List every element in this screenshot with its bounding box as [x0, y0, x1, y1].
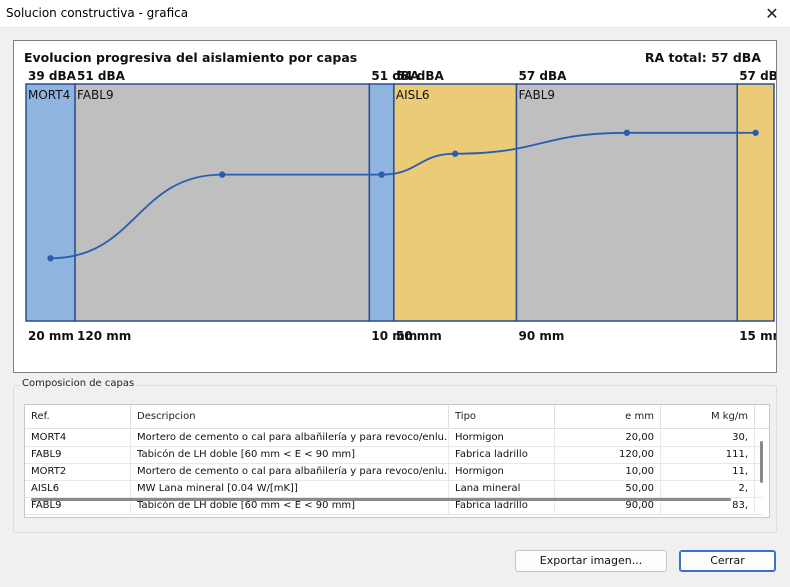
- layer-band: [515, 83, 738, 322]
- layer-thickness-label: 120 mm: [77, 329, 131, 343]
- table-row[interactable]: MORT4 Mortero de cemento o cal para albañ…: [25, 430, 763, 447]
- cell-tipo: Lana mineral: [449, 481, 555, 497]
- cell-m-kg: 111,: [661, 447, 755, 463]
- close-button[interactable]: Cerrar: [679, 550, 776, 572]
- layer-band: [25, 83, 76, 322]
- ra-data-point: [623, 129, 631, 136]
- cell-tipo: Fabrica ladrillo: [449, 447, 555, 463]
- cell-ref: MORT4: [25, 430, 131, 446]
- layer-ra-label: 51 dBA: [77, 69, 126, 83]
- composition-legend: Composicion de capas: [20, 378, 137, 389]
- ra-total-label: RA total: 57 dBA: [644, 50, 761, 65]
- cell-m-kg: 11,: [661, 464, 755, 480]
- ra-data-point: [451, 150, 459, 157]
- cell-e-mm: 20,00: [555, 430, 661, 446]
- ra-data-point: [47, 255, 54, 262]
- layer-band: [393, 83, 518, 322]
- table-body: MORT4 Mortero de cemento o cal para albañ…: [25, 430, 763, 515]
- vertical-scrollbar[interactable]: [760, 441, 763, 483]
- layer-thickness-label: 20 mm: [28, 329, 74, 343]
- window-title: Solucion constructiva - grafica: [6, 6, 189, 20]
- col-e-mm[interactable]: e mm: [555, 405, 661, 429]
- title-bar: Solucion constructiva - grafica ✕: [0, 0, 790, 28]
- ra-data-point: [752, 129, 759, 136]
- layer-label: MORT4: [28, 88, 70, 102]
- cell-ref: FABL9: [25, 447, 131, 463]
- cell-descripcion: MW Lana mineral [0.04 W/[mK]]: [131, 481, 449, 497]
- cell-descripcion: Mortero de cemento o cal para albañilerí…: [131, 464, 449, 480]
- layer-label: AISL6: [396, 88, 430, 102]
- cell-e-mm: 50,00: [555, 481, 661, 497]
- cell-e-mm: 10,00: [555, 464, 661, 480]
- layer-thickness-label: 90 mm: [518, 329, 564, 343]
- cell-ref: AISL6: [25, 481, 131, 497]
- cell-ref: MORT2: [25, 464, 131, 480]
- layer-ra-label: 54 dBA: [396, 69, 445, 83]
- chart-panel: MORT4 39 dBA 20 mm FABL9 51 dBA 120 mm 51 dBA 1…: [13, 40, 777, 373]
- layer-thickness-label: 15 mm: [739, 329, 776, 343]
- cell-tipo: Hormigon: [449, 430, 555, 446]
- layer-ra-label: 57 dBA: [739, 69, 776, 83]
- layer-thickness-label: 50 mm: [396, 329, 442, 343]
- col-descripcion[interactable]: Descripcion: [131, 405, 449, 429]
- ra-data-point: [378, 171, 385, 178]
- layer-band: [74, 83, 371, 322]
- cell-tipo: Hormigon: [449, 464, 555, 480]
- cell-m-kg: 2,: [661, 481, 755, 497]
- col-tipo[interactable]: Tipo: [449, 405, 555, 429]
- col-ref[interactable]: Ref.: [25, 405, 131, 429]
- layer-label: FABL9: [77, 88, 114, 102]
- chart-title: Evolucion progresiva del aislamiento por…: [24, 50, 358, 65]
- layer-band: [368, 83, 395, 322]
- composition-group: Composicion de capas Ref. Descripcion Ti…: [13, 378, 777, 533]
- insulation-chart: MORT439 dBA20 mmFABL951 dBA120 mm51 dBA1…: [25, 69, 776, 343]
- ra-data-point: [218, 171, 226, 178]
- col-m-kg[interactable]: M kg/m: [661, 405, 755, 429]
- cell-descripcion: Mortero de cemento o cal para albañilerí…: [131, 430, 449, 446]
- layers-table[interactable]: Ref. Descripcion Tipo e mm M kg/m MORT4 M…: [24, 404, 770, 518]
- table-row[interactable]: FABL9 Tabicón de LH doble [60 mm < E < 90…: [25, 447, 763, 464]
- cell-m-kg: 30,: [661, 430, 755, 446]
- cell-descripcion: Tabicón de LH doble [60 mm < E < 90 mm]: [131, 447, 449, 463]
- close-icon[interactable]: ✕: [760, 3, 784, 25]
- table-header: Ref. Descripcion Tipo e mm M kg/m: [25, 405, 769, 429]
- horizontal-scrollbar[interactable]: [31, 498, 731, 501]
- layer-band: [736, 83, 775, 322]
- layer-label: FABL9: [518, 88, 555, 102]
- export-image-button[interactable]: Exportar imagen...: [515, 550, 667, 572]
- layer-ra-label: 57 dBA: [518, 69, 567, 83]
- table-row[interactable]: AISL6 MW Lana mineral [0.04 W/[mK]] Lana m…: [25, 481, 763, 498]
- layer-ra-label: 39 dBA: [28, 69, 77, 83]
- table-row[interactable]: MORT2 Mortero de cemento o cal para albañ…: [25, 464, 763, 481]
- cell-e-mm: 120,00: [555, 447, 661, 463]
